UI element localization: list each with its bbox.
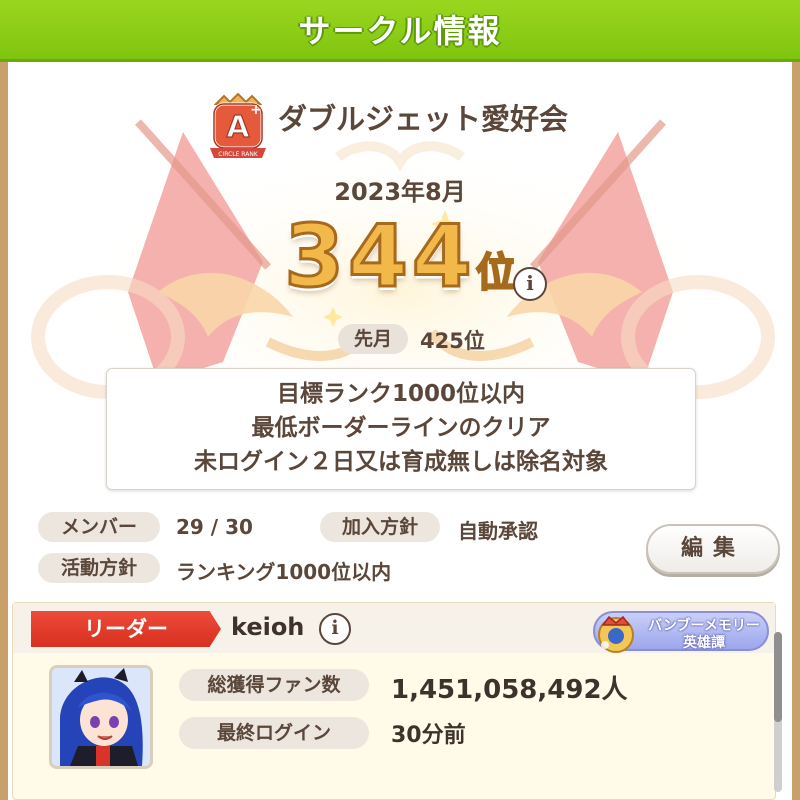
character-portrait-icon xyxy=(52,668,150,766)
join-policy-value: 自動承認 xyxy=(458,519,538,543)
scrollbar-thumb[interactable] xyxy=(774,632,782,722)
last-month-value: 425位 xyxy=(420,329,485,353)
members-label: メンバー xyxy=(38,512,160,542)
svg-text:A: A xyxy=(226,110,250,145)
header-bar: サークル情報 xyxy=(0,0,800,62)
title-line-2: 英雄譚 xyxy=(683,635,725,651)
description-line: 未ログイン２日又は育成無しは除名対象 xyxy=(194,449,608,475)
join-policy-label: 加入方針 xyxy=(320,512,440,542)
leader-card: リーダー keioh i バンブーメモリー 英雄譚 総獲得ファン数 1,451,… xyxy=(12,602,776,800)
description-line: 最低ボーダーラインのクリア xyxy=(251,415,551,441)
leader-avatar[interactable] xyxy=(49,665,153,769)
rank-badge-caption: CIRCLE RANK xyxy=(218,151,259,158)
members-value: 29 / 30 xyxy=(176,515,253,539)
leader-name: keioh xyxy=(231,613,305,641)
description-line: 目標ランク1000位以内 xyxy=(276,381,525,407)
circle-rank-a-badge-icon: A + CIRCLE RANK xyxy=(210,92,266,158)
rank-number: 344 xyxy=(283,206,476,309)
title-crown-icon xyxy=(598,615,634,653)
last-login-value: 30分前 xyxy=(391,723,466,748)
rank-unit: 位 xyxy=(475,249,517,297)
ranking-period: 2023年8月 xyxy=(334,178,466,206)
svg-text:+: + xyxy=(250,102,262,118)
total-fans-value: 1,451,058,492人 xyxy=(391,675,628,705)
last-login-label: 最終ログイン xyxy=(179,717,369,749)
circle-name: ダブルジェット愛好会 xyxy=(278,102,569,136)
edit-button[interactable]: 編集 xyxy=(646,524,780,574)
activity-policy-label: 活動方針 xyxy=(38,553,160,583)
total-fans-label: 総獲得ファン数 xyxy=(179,669,369,701)
circle-description: 目標ランク1000位以内 最低ボーダーラインのクリア 未ログイン２日又は育成無し… xyxy=(106,368,696,490)
leader-tag: リーダー xyxy=(31,611,221,647)
circle-info-panel: A + CIRCLE RANK ダブルジェット愛好会 2023年8月 344位 … xyxy=(8,62,792,800)
leader-title-badge[interactable]: バンブーメモリー 英雄譚 xyxy=(593,611,769,653)
rank-info-icon[interactable]: i xyxy=(513,267,547,301)
last-month-rank: 先月 425位 xyxy=(338,324,498,354)
current-rank: 344位 xyxy=(8,206,792,309)
last-month-label: 先月 xyxy=(338,324,408,354)
leader-info-icon[interactable]: i xyxy=(319,613,351,645)
page-title: サークル情報 xyxy=(298,12,502,50)
activity-policy-value: ランキング1000位以内 xyxy=(176,560,392,584)
